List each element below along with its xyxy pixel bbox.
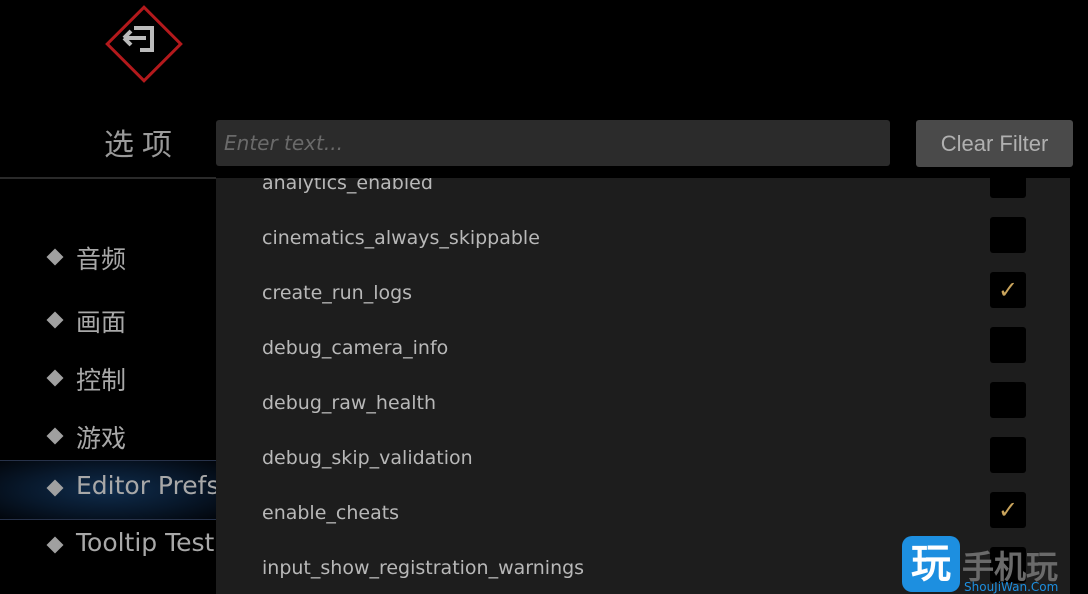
watermark-url: ShouJiWan.Com: [964, 580, 1059, 594]
diamond-bullet-icon: [46, 311, 64, 329]
pref-checkbox[interactable]: ✓: [990, 492, 1026, 528]
diamond-bullet-icon: [46, 479, 64, 497]
sidebar-item-label: Editor Prefs: [76, 471, 220, 500]
pref-label: debug_camera_info: [262, 337, 449, 359]
pref-row: create_run_logs ✓: [216, 268, 1070, 323]
pref-row: enable_cheats ✓: [216, 488, 1070, 543]
pref-row: analytics_enabled: [216, 178, 1070, 213]
sidebar-item-label: 画面: [76, 308, 127, 337]
pref-row: debug_raw_health: [216, 378, 1070, 433]
pref-label: create_run_logs: [262, 282, 413, 304]
exit-door-icon[interactable]: [100, 0, 188, 88]
pref-label: enable_cheats: [262, 502, 400, 524]
pref-checkbox[interactable]: [990, 178, 1026, 198]
sidebar-item[interactable]: Editor Prefs: [0, 460, 220, 520]
sidebar-item-label: 控制: [76, 366, 127, 395]
watermark-icon: 玩: [902, 536, 960, 592]
pref-label: input_show_registration_warnings: [262, 557, 585, 579]
diamond-bullet-icon: [46, 248, 64, 266]
sidebar-item-label: 游戏: [76, 424, 127, 453]
sidebar-item[interactable]: 画面: [0, 293, 216, 351]
pref-row: cinematics_always_skippable: [216, 213, 1070, 268]
diamond-bullet-icon: [46, 427, 64, 445]
clear-filter-button[interactable]: Clear Filter: [916, 120, 1073, 167]
search-input[interactable]: [216, 120, 890, 166]
pref-row: debug_skip_validation: [216, 433, 1070, 488]
sidebar-item[interactable]: 控制: [0, 351, 216, 409]
divider: [0, 177, 216, 179]
pref-row: debug_camera_info: [216, 323, 1070, 378]
watermark-logo: 玩 手机玩 ShouJiWan.Com: [902, 536, 1088, 594]
page-title: 选项: [104, 128, 180, 163]
diamond-bullet-icon: [46, 536, 64, 554]
pref-label: debug_raw_health: [262, 392, 437, 414]
prefs-list[interactable]: analytics_enabled cinematics_always_skipp…: [216, 178, 1070, 594]
pref-label: debug_skip_validation: [262, 447, 473, 469]
sidebar-item-label: Tooltip Test: [76, 528, 215, 557]
sidebar-item[interactable]: 游戏: [0, 409, 216, 467]
checkmark-icon: ✓: [997, 496, 1019, 524]
pref-checkbox[interactable]: [990, 217, 1026, 253]
pref-label: cinematics_always_skippable: [262, 227, 540, 249]
pref-checkbox[interactable]: [990, 327, 1026, 363]
pref-label: analytics_enabled: [262, 178, 433, 194]
pref-checkbox[interactable]: ✓: [990, 272, 1026, 308]
sidebar-item-label: 音频: [76, 245, 127, 274]
checkmark-icon: ✓: [997, 276, 1019, 304]
pref-checkbox[interactable]: [990, 437, 1026, 473]
sidebar-item[interactable]: Tooltip Test: [0, 518, 216, 576]
pref-checkbox[interactable]: [990, 382, 1026, 418]
diamond-bullet-icon: [46, 369, 64, 387]
sidebar-item[interactable]: 音频: [0, 230, 216, 288]
